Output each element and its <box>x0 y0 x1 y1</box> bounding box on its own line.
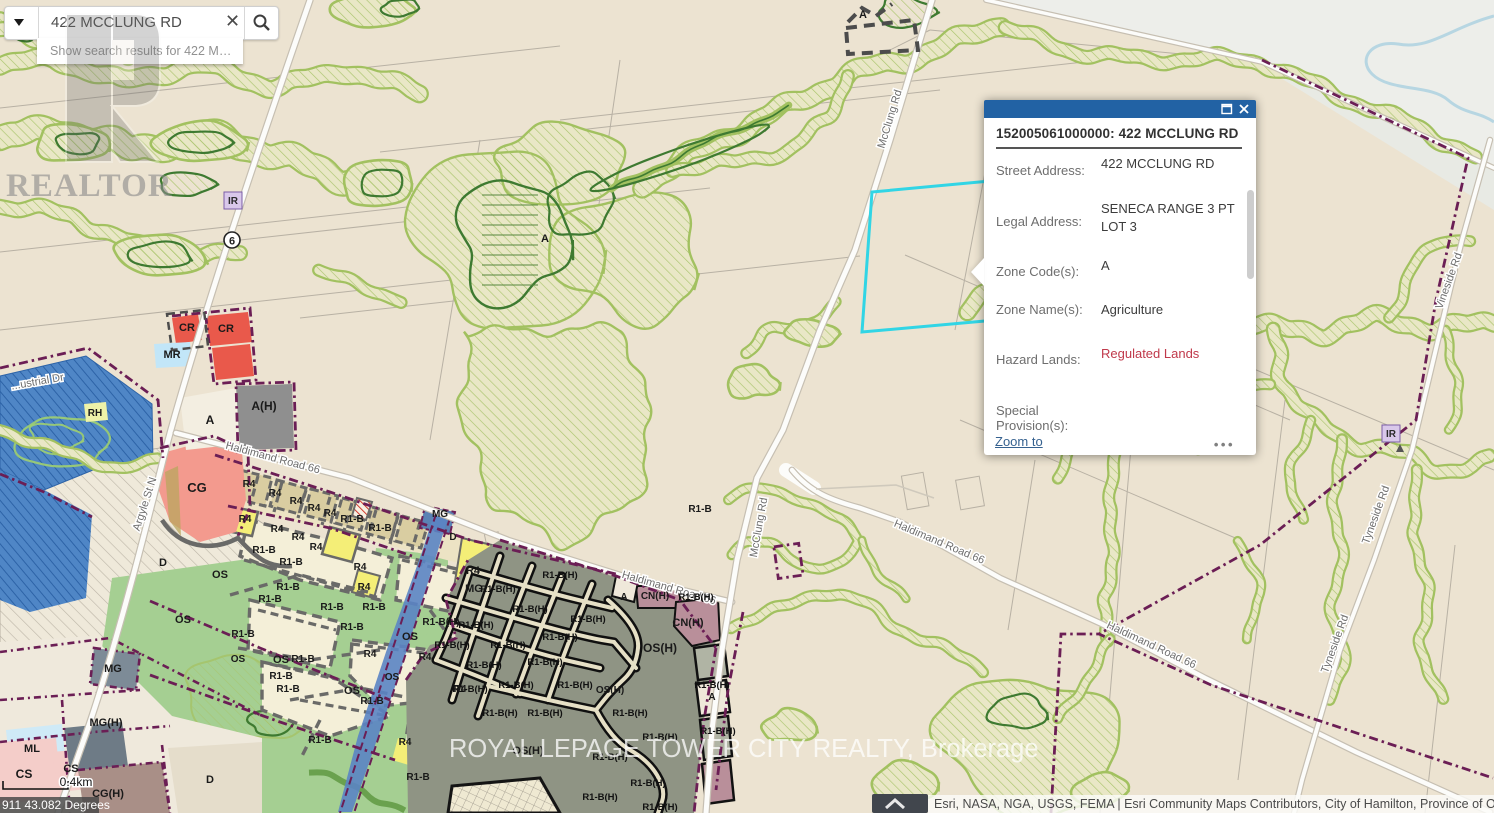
svg-text:R4: R4 <box>239 514 252 525</box>
svg-text:CS: CS <box>63 763 78 775</box>
svg-text:OS: OS <box>344 685 360 697</box>
svg-text:R1-B: R1-B <box>276 582 299 593</box>
svg-text:A: A <box>859 9 867 21</box>
svg-text:R1-B(H): R1-B(H) <box>422 617 459 628</box>
svg-text:IR: IR <box>1386 429 1397 440</box>
svg-text:R1-B(H): R1-B(H) <box>434 640 469 651</box>
svg-text:R1-B(H): R1-B(H) <box>612 708 647 719</box>
svg-text:R1-B(H): R1-B(H) <box>498 680 533 691</box>
svg-text:A: A <box>541 233 549 245</box>
svg-text:OS: OS <box>385 672 400 683</box>
svg-text:OS: OS <box>175 614 191 626</box>
svg-text:R1-B(H): R1-B(H) <box>642 802 677 813</box>
svg-text:ROYAL LEPAGE TOWER CITY REALTY: ROYAL LEPAGE TOWER CITY REALTY, Brokerag… <box>449 735 1039 763</box>
svg-text:R1-B: R1-B <box>269 671 292 682</box>
svg-text:R1-B: R1-B <box>231 629 254 640</box>
svg-text:CG: CG <box>187 480 207 495</box>
svg-text:R4: R4 <box>310 542 323 553</box>
svg-text:R1-B: R1-B <box>279 557 302 568</box>
svg-text:OS(H): OS(H) <box>643 641 677 655</box>
svg-text:OS: OS <box>231 654 246 665</box>
svg-text:MR: MR <box>163 349 180 361</box>
svg-text:R1-B(H): R1-B(H) <box>482 708 517 719</box>
svg-text:D: D <box>206 774 214 786</box>
svg-text:R1-B(H): R1-B(H) <box>570 614 605 625</box>
svg-text:RH: RH <box>88 408 102 419</box>
svg-text:R1-B(H): R1-B(H) <box>630 778 665 789</box>
svg-text:CS: CS <box>16 767 33 781</box>
svg-text:R1-B(H): R1-B(H) <box>480 584 515 595</box>
svg-text:A(H): A(H) <box>251 399 276 413</box>
svg-text:R4: R4 <box>269 488 282 499</box>
svg-text:R1-B(H): R1-B(H) <box>542 632 577 643</box>
svg-text:MG(H): MG(H) <box>90 717 123 729</box>
svg-text:R4: R4 <box>399 737 412 748</box>
svg-text:R1-B: R1-B <box>340 514 363 525</box>
svg-text:CR: CR <box>179 322 195 334</box>
svg-text:R1-B(H): R1-B(H) <box>458 620 493 631</box>
svg-text:R1-B(H): R1-B(H) <box>527 657 562 668</box>
svg-text:R1-B(H): R1-B(H) <box>466 660 501 671</box>
svg-text:MG: MG <box>432 509 448 520</box>
svg-text:6: 6 <box>229 236 235 248</box>
svg-text:R1-B: R1-B <box>252 545 275 556</box>
svg-text:D: D <box>449 532 456 543</box>
svg-text:A: A <box>206 413 215 427</box>
svg-text:R4: R4 <box>308 503 321 514</box>
svg-text:R1-B: R1-B <box>362 602 385 613</box>
svg-text:R1-B(H): R1-B(H) <box>557 680 592 691</box>
svg-text:MG: MG <box>104 663 122 675</box>
svg-text:R1-B(H): R1-B(H) <box>490 640 525 651</box>
svg-text:R4: R4 <box>466 565 481 577</box>
svg-text:ML: ML <box>24 743 40 755</box>
svg-text:A: A <box>708 692 715 703</box>
svg-text:R4: R4 <box>358 582 371 593</box>
svg-text:R1-B(H): R1-B(H) <box>512 604 547 615</box>
svg-text:911 43.082 Degrees: 911 43.082 Degrees <box>2 798 110 812</box>
svg-text:R1-B: R1-B <box>340 622 363 633</box>
svg-text:A: A <box>620 592 627 603</box>
svg-text:OS: OS <box>273 654 289 666</box>
svg-text:R4: R4 <box>292 532 305 543</box>
svg-text:R1-B: R1-B <box>360 696 383 707</box>
svg-text:R1-B(H): R1-B(H) <box>678 592 713 603</box>
svg-text:R4: R4 <box>243 479 256 490</box>
svg-text:R1-B: R1-B <box>291 654 314 665</box>
svg-text:CR: CR <box>218 323 234 335</box>
svg-text:IR: IR <box>228 196 239 207</box>
svg-text:CN(H): CN(H) <box>641 591 669 602</box>
svg-text:R1-B: R1-B <box>308 735 331 746</box>
svg-text:OS: OS <box>212 569 228 581</box>
svg-text:R1-B(H): R1-B(H) <box>694 680 729 691</box>
svg-text:R1-B(H): R1-B(H) <box>582 792 617 803</box>
svg-text:OS: OS <box>402 631 418 643</box>
svg-text:R4: R4 <box>271 524 284 535</box>
svg-text:R1-B: R1-B <box>258 594 281 605</box>
svg-text:R4: R4 <box>354 562 367 573</box>
svg-text:R1-B: R1-B <box>368 523 391 534</box>
svg-text:R4: R4 <box>290 496 303 507</box>
svg-text:Esri, NASA, NGA, USGS, FEMA |: Esri, NASA, NGA, USGS, FEMA | Esri Commu… <box>934 797 1494 811</box>
svg-text:R1-B(H): R1-B(H) <box>542 570 577 581</box>
svg-text:OS(H): OS(H) <box>596 685 624 696</box>
svg-text:CN(H): CN(H) <box>672 617 703 629</box>
svg-text:R4: R4 <box>324 508 337 519</box>
svg-text:D: D <box>159 557 167 569</box>
svg-text:R1-B: R1-B <box>688 504 711 515</box>
svg-text:R1-B: R1-B <box>320 602 343 613</box>
svg-text:R1-B: R1-B <box>276 684 299 695</box>
svg-text:R1-B(H): R1-B(H) <box>452 684 487 695</box>
svg-text:R1-B: R1-B <box>406 772 429 783</box>
svg-text:R1-B(H): R1-B(H) <box>527 708 562 719</box>
svg-text:0.4km: 0.4km <box>60 775 93 789</box>
svg-text:R4: R4 <box>364 649 377 660</box>
svg-text:R4: R4 <box>419 652 432 663</box>
